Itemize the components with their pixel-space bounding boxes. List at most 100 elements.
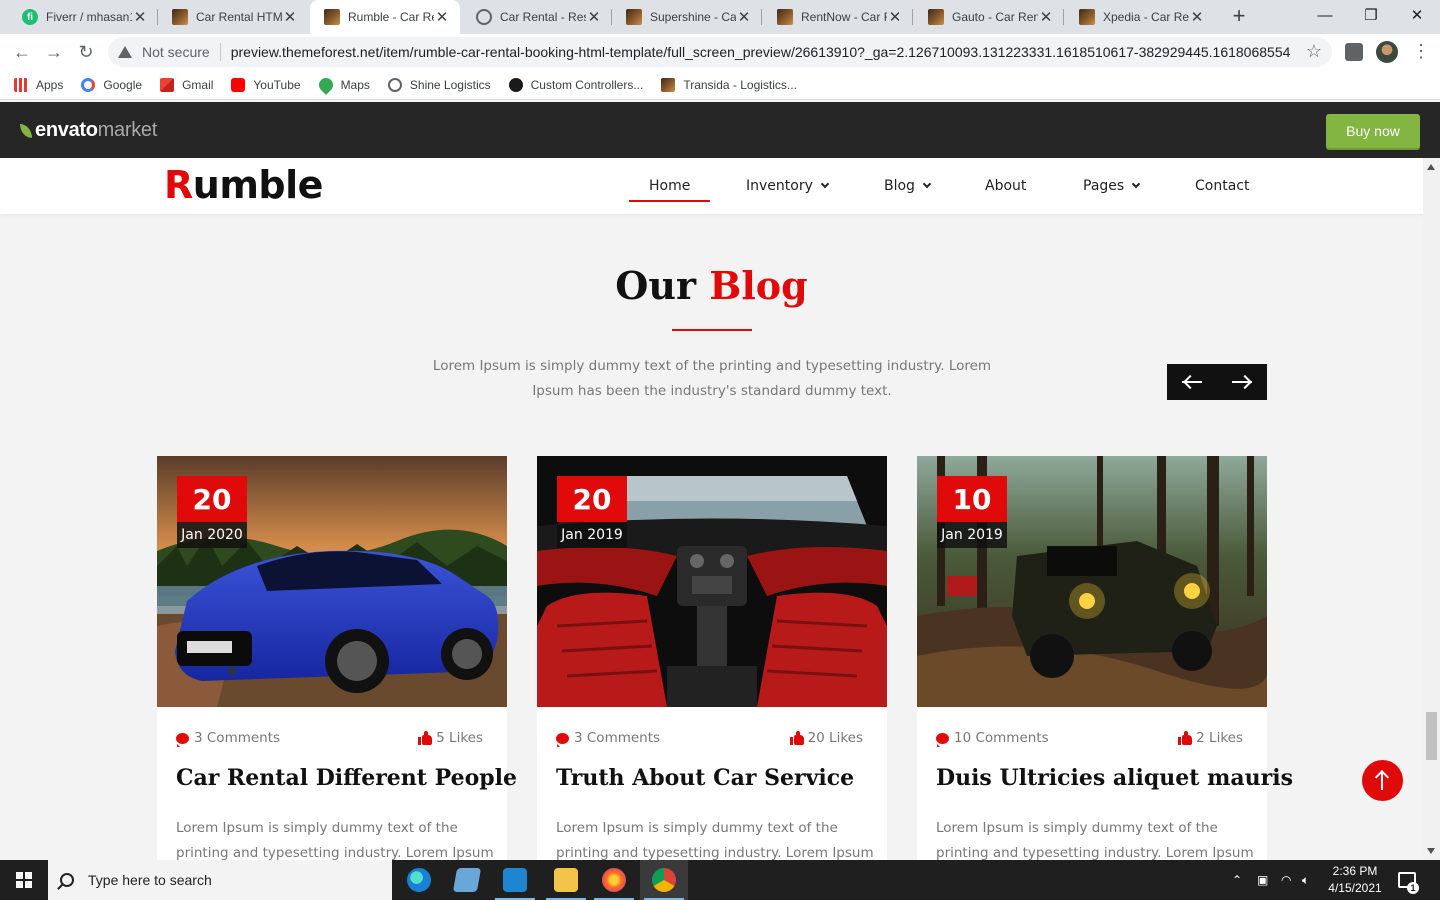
blog-card[interactable]: 10 Jan 2019 10 Comments 2 Likes Duis Ult… (917, 456, 1293, 860)
post-likes[interactable]: 5 Likes (418, 730, 483, 746)
bookmarks-bar: Apps Google Gmail YouTube Maps Shine Log… (0, 70, 1440, 100)
bookmark-label: Gmail (182, 77, 214, 92)
tab-car-rental-html[interactable]: Car Rental HTML ✕ (158, 0, 308, 34)
forward-arrow-icon[interactable]: → (42, 40, 66, 64)
volume-icon[interactable]: 🔈︎ (1302, 860, 1309, 900)
bookmark-transida[interactable]: Transida - Logistics... (661, 77, 797, 92)
blog-card[interactable]: 20 Jan 2020 3 Comments 5 Likes Car Renta… (157, 456, 517, 860)
close-icon[interactable]: ✕ (1038, 8, 1054, 26)
nav-about[interactable]: About (985, 158, 1026, 214)
reload-icon[interactable]: ↻ (74, 40, 98, 64)
tab-title: Car Rental HTML (196, 10, 282, 24)
chrome-icon[interactable] (640, 860, 688, 900)
post-comments[interactable]: 3 Comments (556, 730, 660, 747)
close-icon[interactable]: ✕ (736, 8, 752, 26)
tab-supershine[interactable]: Supershine - Car ✕ (612, 0, 762, 34)
app-window-icon[interactable] (443, 860, 491, 900)
post-date-month: Jan 2019 (557, 522, 627, 548)
close-icon[interactable]: ✕ (1189, 8, 1205, 26)
blog-image-offroad-jeep[interactable]: 10 Jan 2019 (917, 456, 1267, 707)
title-plain: Our (615, 263, 697, 308)
taskbar-search-box[interactable]: Type here to search (48, 860, 392, 900)
scroll-up-icon[interactable] (1427, 164, 1435, 170)
chevron-up-icon[interactable]: ⌃ (1232, 860, 1242, 900)
nav-label: Contact (1195, 178, 1250, 194)
menu-kebab-icon[interactable]: ⋮ (1412, 42, 1430, 61)
profile-avatar[interactable] (1376, 41, 1398, 63)
post-comments[interactable]: 3 Comments (176, 730, 281, 747)
extensions-puzzle-icon[interactable] (1345, 43, 1363, 61)
close-icon[interactable]: ✕ (282, 8, 298, 26)
page-scrollbar[interactable] (1423, 158, 1440, 860)
title-accent: Blog (709, 263, 808, 308)
post-title[interactable]: Duis Ultricies aliquet mauris (936, 765, 1293, 791)
edge-icon[interactable] (395, 860, 443, 900)
file-explorer-icon[interactable] (542, 860, 590, 900)
post-date-month: Jan 2020 (177, 522, 247, 548)
bookmark-custom-controllers[interactable]: Custom Controllers... (508, 77, 643, 92)
post-comments[interactable]: 10 Comments (936, 730, 1049, 747)
tab-car-rental-resp[interactable]: Car Rental - Resp ✕ (462, 0, 612, 34)
post-likes[interactable]: 2 Likes (1178, 730, 1243, 746)
close-icon[interactable]: ✕ (586, 8, 602, 26)
firefox-icon[interactable] (590, 860, 638, 900)
tab-rentnow[interactable]: RentNow - Car R ✕ (763, 0, 913, 34)
themeforest-icon (626, 9, 642, 25)
minimize-button[interactable]: — (1302, 0, 1348, 34)
bookmark-maps[interactable]: Maps (315, 74, 370, 95)
arrow-right-icon[interactable] (1217, 364, 1267, 400)
url-text[interactable]: preview.themeforest.net/item/rumble-car-… (231, 44, 1291, 60)
gmail-icon (160, 77, 175, 92)
bookmark-youtube[interactable]: YouTube (231, 77, 301, 92)
browser-tab-strip: fi Fiverr / mhasan1 ✕ Car Rental HTML ✕ … (0, 0, 1440, 34)
close-icon[interactable]: ✕ (132, 8, 148, 26)
back-arrow-icon[interactable]: ← (10, 40, 34, 64)
not-secure-label[interactable]: Not secure (142, 44, 210, 60)
thumbs-up-icon (418, 731, 433, 745)
buy-now-button[interactable]: Buy now (1326, 114, 1420, 148)
post-meta: 3 Comments 20 Likes (556, 730, 863, 750)
blog-card[interactable]: 20 Jan 2019 3 Comments 20 Likes Truth Ab… (537, 456, 887, 860)
bookmark-gmail[interactable]: Gmail (160, 77, 214, 92)
restore-button[interactable]: ❐ (1348, 0, 1394, 34)
post-likes[interactable]: 20 Likes (789, 730, 863, 746)
scroll-down-icon[interactable] (1427, 848, 1435, 854)
nav-contact[interactable]: Contact (1195, 158, 1249, 214)
google-icon (81, 77, 96, 92)
tab-rumble[interactable]: Rumble - Car Re ✕ (310, 0, 460, 34)
comments-label: 3 Comments (194, 730, 281, 746)
tab-fiverr[interactable]: fi Fiverr / mhasan1 ✕ (8, 0, 158, 34)
arrow-left-icon[interactable] (1167, 364, 1217, 400)
envato-market-logo[interactable]: envato market (20, 119, 157, 142)
scroll-thumb[interactable] (1426, 712, 1437, 760)
tab-xpedia[interactable]: Xpedia - Car Ren ✕ (1065, 0, 1215, 34)
close-icon[interactable]: ✕ (887, 8, 903, 26)
new-tab-button[interactable]: + (1226, 4, 1252, 30)
nav-pages[interactable]: Pages (1083, 158, 1141, 214)
browser-toolbar: ← → ↻ Not secure preview.themeforest.net… (0, 34, 1440, 70)
nav-home[interactable]: Home (649, 158, 690, 214)
vscode-icon[interactable] (491, 860, 539, 900)
blog-image-blue-audi[interactable]: 20 Jan 2020 (157, 456, 507, 707)
tab-gauto[interactable]: Gauto - Car Rent ✕ (914, 0, 1064, 34)
meet-now-icon[interactable]: ▣ (1257, 860, 1268, 900)
section-description: Lorem Ipsum is simply dummy text of the … (432, 358, 992, 399)
post-title[interactable]: Truth About Car Service (556, 765, 854, 791)
wifi-icon[interactable]: ◠ (1281, 860, 1291, 900)
taskbar-clock[interactable]: 2:36 PM 4/15/2021 (1320, 863, 1390, 897)
address-bar[interactable]: Not secure preview.themeforest.net/item/… (108, 37, 1332, 67)
bookmark-google[interactable]: Google (81, 77, 142, 92)
blog-image-car-interior[interactable]: 20 Jan 2019 (537, 456, 887, 707)
windows-start-icon[interactable] (0, 860, 48, 900)
bookmark-shine-logistics[interactable]: Shine Logistics (387, 77, 491, 92)
nav-inventory[interactable]: Inventory (746, 158, 830, 214)
bookmark-star-icon[interactable]: ☆ (1306, 41, 1322, 62)
close-icon[interactable]: ✕ (434, 8, 450, 26)
close-window-button[interactable]: ✕ (1394, 0, 1440, 34)
post-title[interactable]: Car Rental Different People (176, 765, 517, 791)
cm-icon (508, 77, 523, 92)
back-to-top-arrow-icon[interactable] (1362, 760, 1403, 801)
rumble-logo[interactable]: Rumble (164, 163, 323, 207)
bookmark-apps[interactable]: Apps (14, 77, 63, 92)
nav-blog[interactable]: Blog (884, 158, 932, 214)
